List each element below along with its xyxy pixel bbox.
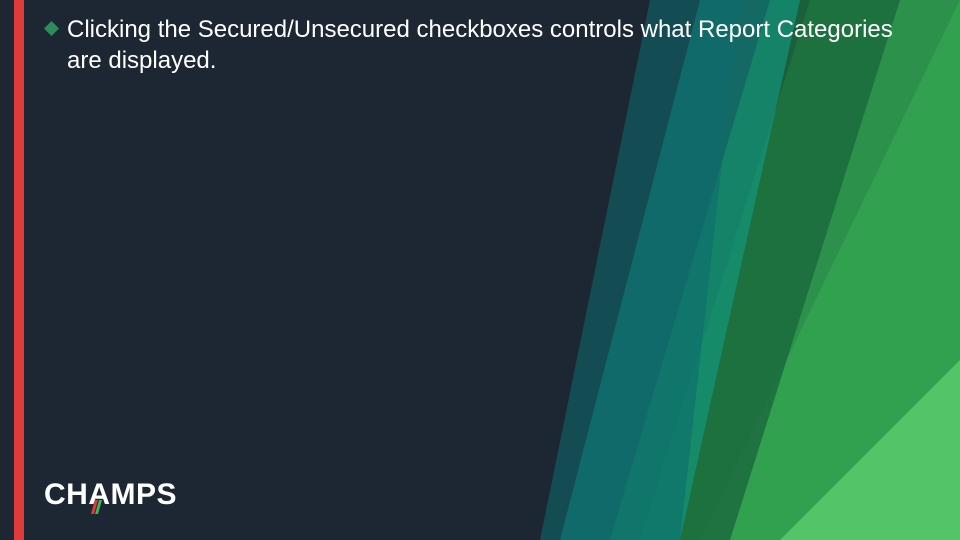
slide: Clicking the Secured/Unsecured checkboxe…	[0, 0, 960, 540]
diamond-bullet-icon	[44, 21, 59, 41]
champs-logo: CHA MPS	[44, 478, 177, 512]
content-area: Clicking the Secured/Unsecured checkboxe…	[44, 14, 920, 76]
bullet-item: Clicking the Secured/Unsecured checkboxe…	[44, 14, 920, 76]
bullet-text: Clicking the Secured/Unsecured checkboxe…	[67, 14, 920, 76]
logo-part-left: CH	[44, 478, 88, 511]
background-shapes	[0, 0, 960, 540]
logo-part-a: A	[88, 478, 110, 512]
logo-part-right: MPS	[111, 478, 178, 511]
logo-slash-icon	[91, 500, 105, 514]
